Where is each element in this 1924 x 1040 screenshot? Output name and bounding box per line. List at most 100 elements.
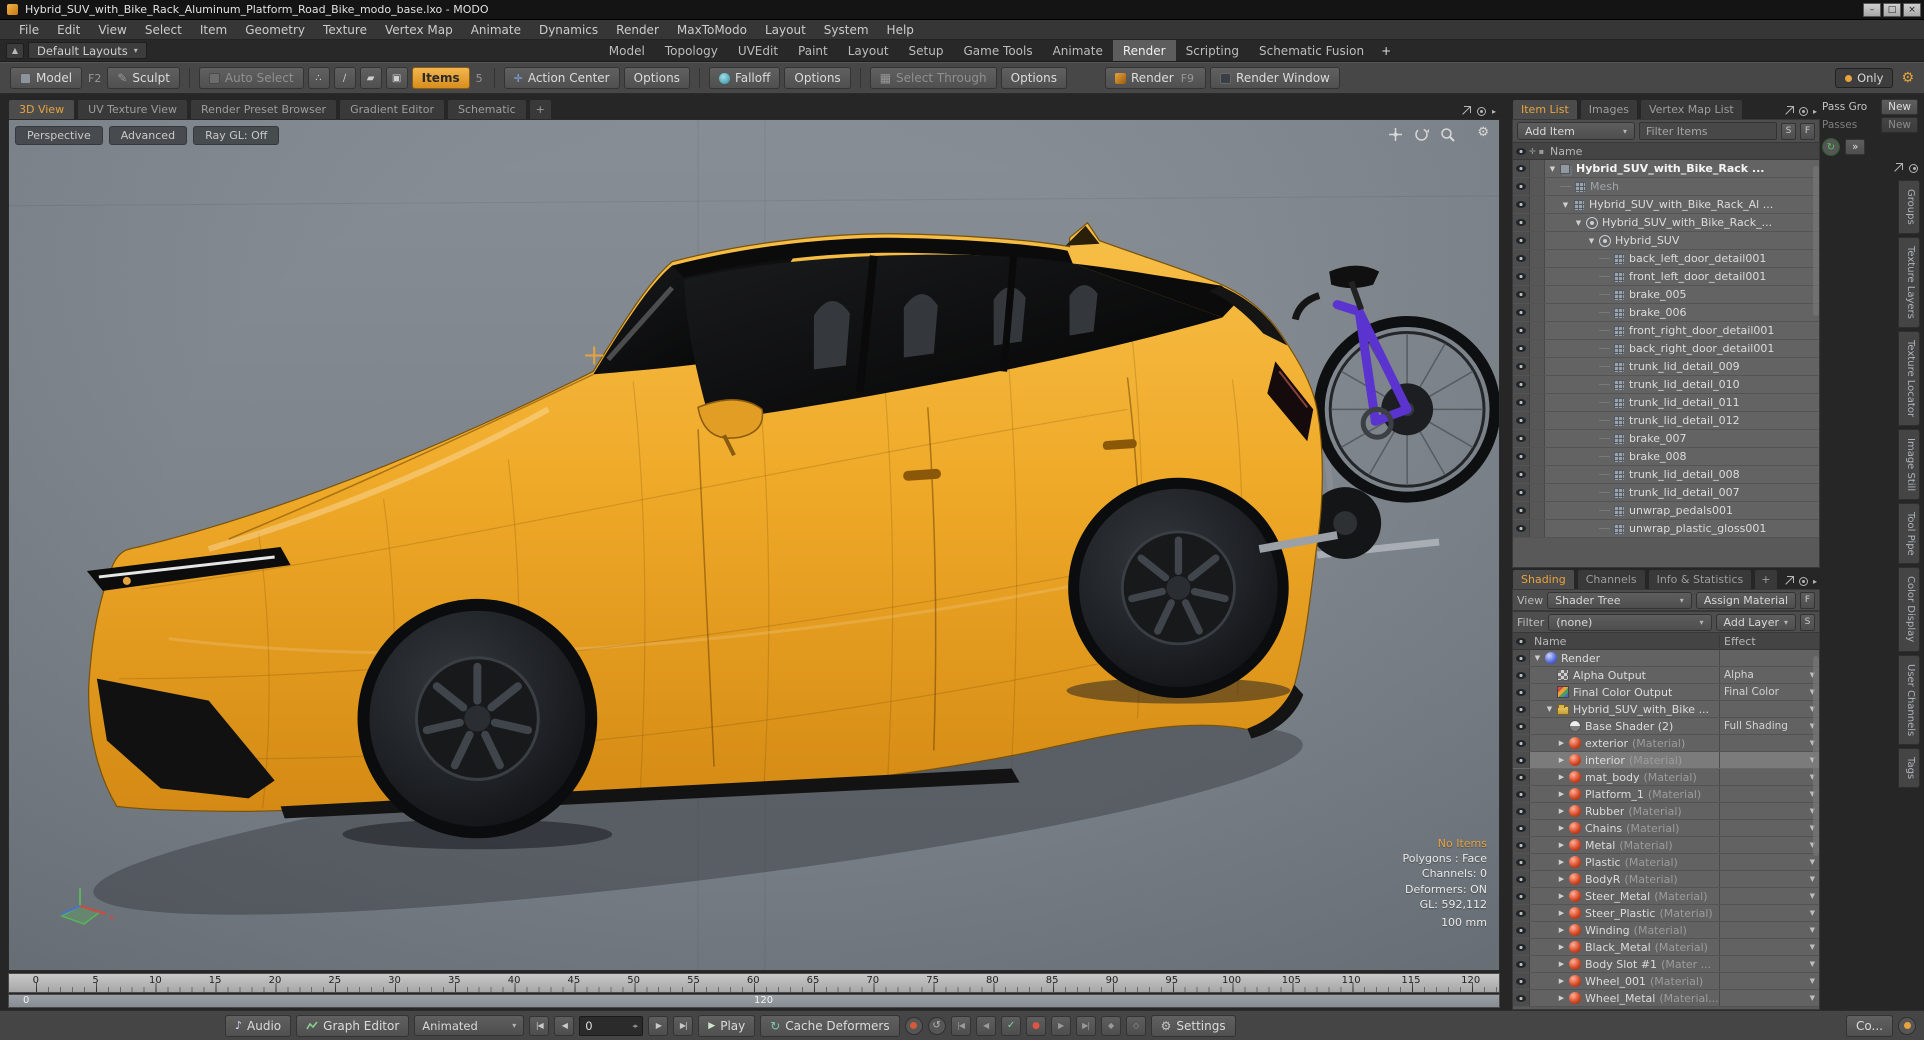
timeline-range-bar[interactable]: 0 120 (8, 994, 1500, 1008)
menu-select[interactable]: Select (136, 23, 191, 37)
vertical-tab-groups[interactable]: Groups (1898, 180, 1920, 234)
shader-row-plastic[interactable]: ▶ Plastic (Material) ▼ (1513, 854, 1819, 871)
expand-arrow-icon[interactable]: ▶ (1556, 960, 1567, 968)
effect-cell[interactable]: ▼ (1719, 701, 1819, 717)
graph-editor-button[interactable]: Graph Editor (296, 1014, 410, 1037)
menu-vertex-map[interactable]: Vertex Map (376, 23, 462, 37)
auto-select-button[interactable]: Auto Select (198, 67, 304, 89)
item-row-hybrid-suv-with-bike-rack[interactable]: ▼ Hybrid_SUV_with_Bike_Rack ... (1513, 160, 1819, 178)
eye-icon[interactable] (1513, 973, 1530, 989)
item-row-hybrid-suv-with-bike-rack-al[interactable]: ▼ Hybrid_SUV_with_Bike_Rack_Al ... (1513, 196, 1819, 214)
eye-icon[interactable] (1513, 178, 1530, 195)
effect-cell[interactable]: ▼ (1719, 888, 1819, 904)
effect-cell[interactable]: ▼ (1719, 837, 1819, 853)
shader-row-exterior[interactable]: ▶ exterior (Material) ▼ (1513, 735, 1819, 752)
eye-icon[interactable] (1513, 304, 1530, 321)
jump-next-key-icon[interactable]: ▶ (1050, 1015, 1071, 1036)
3d-viewport[interactable]: Perspective Advanced Ray GL: Off ⚙ No Item… (8, 119, 1500, 971)
gear-icon[interactable]: ⚙ (1901, 70, 1914, 86)
panel-tab-tab[interactable]: + (1754, 568, 1778, 589)
item-row-front-left-door-detail001[interactable]: front_left_door_detail001 (1513, 268, 1819, 286)
menu-layout[interactable]: Layout (756, 23, 815, 37)
action-center-options-button[interactable]: Options (623, 67, 690, 89)
eye-icon[interactable] (1513, 735, 1530, 751)
vertical-tab-texture-layers[interactable]: Texture Layers (1898, 236, 1920, 328)
select-through-options-button[interactable]: Options (1000, 67, 1067, 89)
effect-cell[interactable] (1719, 650, 1819, 666)
menu-file[interactable]: File (10, 23, 48, 37)
eye-icon[interactable] (1513, 820, 1530, 836)
item-row-brake-007[interactable]: brake_007 (1513, 430, 1819, 448)
menu-item[interactable]: Item (191, 23, 236, 37)
add-item-dropdown[interactable]: Add Item ▾ (1517, 122, 1635, 140)
render-window-button[interactable]: Render Window (1210, 67, 1340, 89)
expand-arrow-icon[interactable]: ▶ (1556, 790, 1567, 798)
eye-icon[interactable] (1513, 430, 1530, 447)
effect-cell[interactable]: ▼ (1719, 803, 1819, 819)
pan-view-icon[interactable] (1388, 127, 1403, 142)
eye-icon[interactable] (1513, 922, 1530, 938)
shader-row-platform-1[interactable]: ▶ Platform_1(Material) ▼ (1513, 786, 1819, 803)
eye-icon[interactable] (1513, 990, 1530, 1006)
refresh-icon[interactable]: ↻ (1822, 138, 1840, 156)
render-button[interactable]: Render F9 (1104, 67, 1207, 89)
menu-maxtomodo[interactable]: MaxToModo (668, 23, 756, 37)
layouts-home-icon[interactable]: ▲ (6, 42, 24, 59)
eye-icon[interactable] (1513, 358, 1530, 375)
eye-icon[interactable] (1513, 939, 1530, 955)
shader-row-alpha-output[interactable]: Alpha Output Alpha▼ (1513, 667, 1819, 684)
effect-cell[interactable]: Final Color▼ (1719, 684, 1819, 700)
expand-arrow-icon[interactable]: ▼ (1544, 705, 1555, 713)
prev-frame-icon[interactable]: ◀ (554, 1015, 575, 1036)
panel-menu-arrow-icon[interactable]: ▸ (1813, 577, 1817, 586)
effect-cell[interactable]: Alpha▼ (1719, 667, 1819, 683)
layouts-dropdown[interactable]: Default Layouts ▾ (28, 42, 147, 59)
shading-f-button[interactable]: F (1800, 591, 1815, 609)
maximize-icon[interactable]: □ (1883, 2, 1901, 17)
gear-icon[interactable] (1909, 163, 1918, 173)
layout-tab-schematic-fusion[interactable]: Schematic Fusion (1249, 40, 1374, 61)
panel-tab-item-list[interactable]: Item List (1512, 98, 1578, 119)
go-start-icon[interactable]: |◀ (529, 1015, 550, 1036)
eye-icon[interactable] (1513, 520, 1530, 537)
only-toggle-button[interactable]: Only (1835, 68, 1894, 88)
eye-icon[interactable] (1513, 232, 1530, 249)
eye-icon[interactable] (1513, 956, 1530, 972)
view-dropdown[interactable]: Shader Tree ▾ (1547, 591, 1692, 609)
action-center-button[interactable]: ✛ Action Center (503, 67, 620, 89)
falloff-button[interactable]: Falloff (708, 67, 781, 89)
select-through-button[interactable]: ▦ Select Through (869, 67, 997, 89)
panel-tab-images[interactable]: Images (1579, 98, 1638, 119)
eye-icon[interactable] (1513, 905, 1530, 921)
menu-system[interactable]: System (815, 23, 878, 37)
expand-arrow-icon[interactable]: ▼ (1547, 165, 1558, 173)
effect-cell[interactable]: ▼ (1719, 752, 1819, 768)
menu-help[interactable]: Help (878, 23, 923, 37)
eye-icon[interactable] (1513, 837, 1530, 853)
expand-arrow-icon[interactable]: ▼ (1586, 237, 1597, 245)
shading-s-button[interactable]: S (1800, 613, 1815, 631)
effect-cell[interactable]: ▼ (1719, 922, 1819, 938)
eye-icon[interactable] (1513, 769, 1530, 785)
item-row-mesh[interactable]: Mesh (1513, 178, 1819, 196)
eye-icon[interactable] (1513, 871, 1530, 887)
jump-prev-key-icon[interactable]: ◀ (975, 1015, 996, 1036)
vertical-tab-tags[interactable]: Tags (1898, 747, 1920, 788)
item-row-brake-006[interactable]: brake_006 (1513, 304, 1819, 322)
viewport-tab-3d-view[interactable]: 3D View (8, 98, 76, 119)
item-list-s-button[interactable]: S (1781, 122, 1796, 140)
vertices-mode-icon[interactable]: ∴ (307, 67, 330, 89)
play-button[interactable]: ▶ Play (698, 1014, 756, 1037)
viewport-advanced-button[interactable]: Advanced (108, 126, 188, 145)
settings-button[interactable]: ⚙ Settings (1150, 1014, 1236, 1037)
gear-icon[interactable] (1798, 106, 1808, 116)
menu-view[interactable]: View (89, 23, 135, 37)
item-row-brake-005[interactable]: brake_005 (1513, 286, 1819, 304)
shader-row-base-shader-2[interactable]: Base Shader (2) Full Shading▼ (1513, 718, 1819, 735)
eye-icon[interactable] (1513, 448, 1530, 465)
vertical-tab-tool-pipe[interactable]: Tool Pipe (1898, 502, 1920, 565)
shader-row-winding[interactable]: ▶ Winding (Material) ▼ (1513, 922, 1819, 939)
expand-arrow-icon[interactable]: ▶ (1556, 858, 1567, 866)
viewport-tab-schematic[interactable]: Schematic (447, 98, 527, 119)
expand-arrow-icon[interactable]: ▼ (1560, 201, 1571, 209)
